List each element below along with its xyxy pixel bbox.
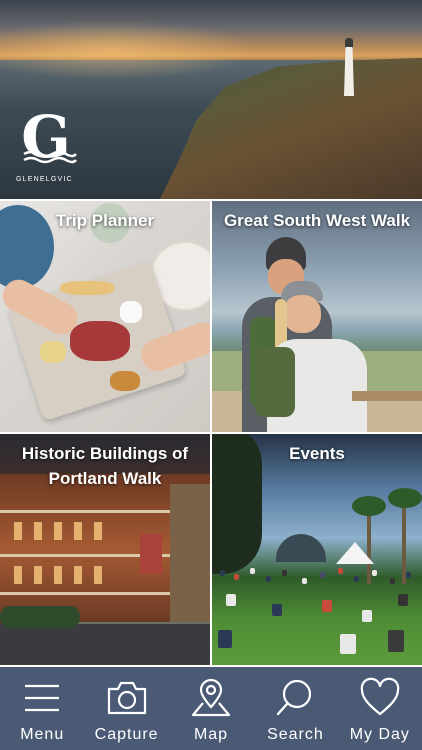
hiker-woman: [255, 281, 367, 432]
nav-map-button[interactable]: Map: [169, 667, 253, 750]
glenelg-logo: G GLENELGVIC: [16, 108, 86, 188]
nav-label: My Day: [349, 726, 410, 743]
search-icon: [277, 679, 312, 716]
logo-wordmark: GLENELGVIC: [16, 176, 73, 183]
nav-search-button[interactable]: Search: [253, 667, 337, 750]
tile-label: Great South West Walk: [223, 211, 411, 230]
tile-events[interactable]: Events: [212, 434, 422, 665]
map-pin-icon: [191, 678, 231, 717]
logo-waves-icon: [23, 150, 77, 164]
camera-icon: [107, 681, 146, 715]
nav-my-day-button[interactable]: My Day: [338, 667, 422, 750]
hero-sunset-glow: [0, 20, 260, 80]
bottom-nav: Menu Capture Map Search My Day: [0, 667, 422, 750]
hero-banner: G GLENELGVIC: [0, 0, 422, 199]
lighthouse: [344, 38, 354, 96]
historic-building: [0, 474, 210, 624]
crowd: [212, 564, 422, 665]
stage-dome: [276, 534, 326, 562]
nav-label: Map: [193, 726, 229, 743]
tile-historic-buildings-walk[interactable]: Historic Buildings of Portland Walk: [0, 434, 210, 665]
tile-trip-planner[interactable]: Trip Planner: [0, 201, 210, 432]
tile-label: Trip Planner: [55, 211, 155, 230]
nav-label: Search: [267, 726, 324, 743]
tile-label: Historic Buildings of Portland Walk: [21, 444, 189, 488]
menu-icon: [25, 684, 60, 712]
street: [0, 624, 210, 665]
nav-capture-button[interactable]: Capture: [84, 667, 168, 750]
heart-icon: [360, 677, 400, 716]
nav-label: Menu: [20, 726, 65, 743]
tile-great-south-west-walk[interactable]: Great South West Walk: [212, 201, 422, 432]
nav-label: Capture: [94, 726, 159, 743]
nav-menu-button[interactable]: Menu: [0, 667, 84, 750]
tile-label: Events: [289, 444, 345, 463]
